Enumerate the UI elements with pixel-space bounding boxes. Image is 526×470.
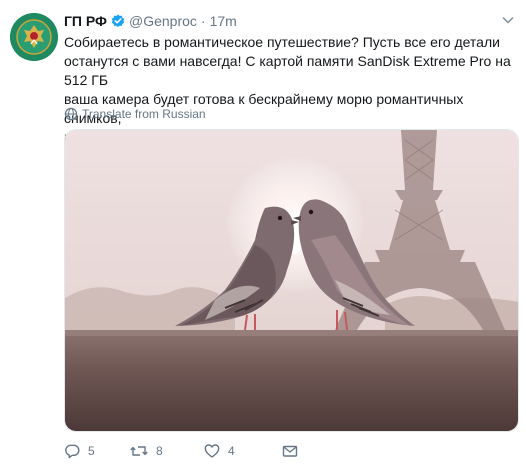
- verified-badge-icon: [111, 14, 125, 28]
- retweet-icon: [130, 446, 148, 456]
- like-button[interactable]: 4: [204, 443, 282, 459]
- handle[interactable]: @Genproc: [129, 13, 197, 29]
- separator-dot: ·: [200, 13, 206, 29]
- avatar[interactable]: [10, 13, 58, 61]
- direct-message-button[interactable]: [282, 443, 306, 459]
- translate-label[interactable]: Translate from Russian: [82, 107, 206, 121]
- pigeons-eiffel-tower-image: [65, 130, 518, 431]
- reply-icon: [65, 444, 80, 459]
- globe-icon: [64, 107, 78, 121]
- prosecutor-emblem-icon: [10, 13, 58, 61]
- like-count: 4: [228, 444, 235, 458]
- retweet-count: 8: [156, 444, 163, 458]
- chevron-down-icon[interactable]: [500, 12, 516, 28]
- tweet-card[interactable]: ГП РФ @Genproc · 17m Собираетесь в роман…: [0, 0, 526, 470]
- timestamp[interactable]: 17m: [210, 13, 237, 29]
- tweet-actions: 5 8 4: [64, 440, 306, 462]
- heart-icon: [204, 444, 220, 458]
- envelope-icon: [282, 445, 298, 457]
- display-name[interactable]: ГП РФ: [64, 13, 107, 29]
- translate-link[interactable]: Translate from Russian: [64, 106, 206, 122]
- tweet-photo[interactable]: [64, 129, 519, 432]
- reply-button[interactable]: 5: [64, 443, 130, 459]
- reply-count: 5: [88, 444, 95, 458]
- retweet-button[interactable]: 8: [130, 443, 204, 459]
- tweet-header: ГП РФ @Genproc · 17m: [64, 11, 237, 31]
